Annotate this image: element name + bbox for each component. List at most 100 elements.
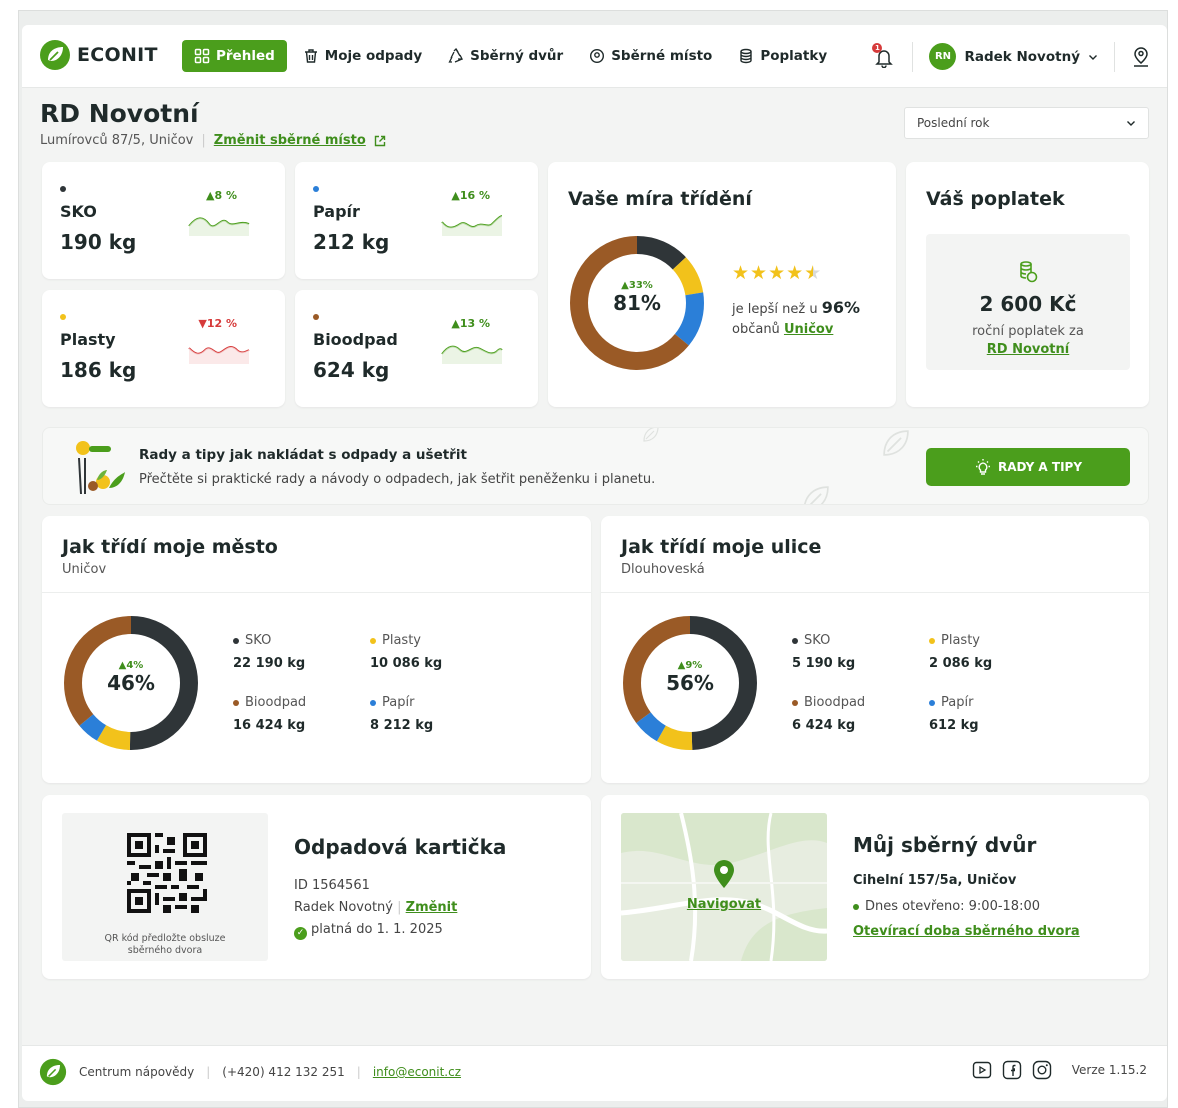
period-select[interactable]: Poslední rok [904, 107, 1149, 139]
card-holder-row: Radek Novotný | Změnit [294, 897, 457, 919]
color-dot [929, 637, 935, 644]
qr-box: QR kód předložte obsluze sběrného dvora [62, 813, 268, 961]
town-link[interactable]: Uničov [784, 322, 833, 337]
logo[interactable]: ECONIT [39, 39, 158, 71]
facebook-icon[interactable] [1002, 1060, 1022, 1080]
city-name: Uničov [62, 562, 107, 577]
legend-value: 10 086 kg [370, 656, 443, 671]
city-trend: ▲4% [118, 660, 144, 671]
tips-banner: Rady a tipy jak nakládat s odpady a ušet… [42, 427, 1149, 505]
color-dot [370, 699, 376, 706]
separator: | [397, 900, 406, 915]
map-pin-icon [714, 860, 734, 888]
help-center-link[interactable]: Centrum nápovědy [79, 1065, 194, 1079]
legend-name: SKO [245, 633, 272, 648]
waste-card-panel: QR kód předložte obsluze sběrného dvora … [42, 795, 591, 979]
comparison-suffix: občanů [732, 322, 780, 337]
sparkline [441, 215, 503, 236]
legend-label: SKO [233, 633, 305, 648]
sorting-rate-title: Vaše míra třídění [568, 188, 752, 210]
instagram-icon[interactable] [1032, 1060, 1052, 1080]
legend-name: Papír [941, 695, 974, 710]
legend-value: 5 190 kg [792, 656, 856, 671]
external-link-icon[interactable] [374, 135, 386, 147]
nav-moje-odpady[interactable]: Moje odpady [293, 40, 432, 72]
app: ECONIT Přehled Moje odpady Sběrný dvůr S… [22, 25, 1167, 1101]
nav-sberne-misto-label: Sběrné místo [611, 48, 713, 64]
page-title: RD Novotní [40, 99, 199, 128]
yard-hours-link[interactable]: Otevírací doba sběrného dvora [853, 924, 1080, 939]
navigate-link[interactable]: Navigovat [621, 897, 827, 912]
sparkline [188, 346, 250, 364]
leaf-logo-icon[interactable] [39, 1058, 67, 1086]
chevron-down-icon [1127, 121, 1135, 126]
user-menu[interactable]: RN Radek Novotný [913, 43, 1114, 70]
email-link[interactable]: info@econit.cz [373, 1065, 461, 1079]
sparkline [441, 345, 503, 364]
comparison-percent: 96% [821, 298, 860, 317]
yard-address: Cihelní 157/5a, Uničov [853, 873, 1017, 888]
nav-sberne-misto[interactable]: Sběrné místo [579, 40, 722, 72]
nav-sberny-dvur[interactable]: Sběrný dvůr [438, 40, 573, 72]
recycle-icon [448, 48, 464, 63]
waste-value: 190 kg [60, 230, 137, 254]
leaf-logo-icon [40, 40, 70, 70]
legend-name: Papír [382, 695, 415, 710]
color-dot [792, 699, 798, 706]
nav-poplatky[interactable]: Poplatky [728, 40, 837, 72]
change-place-link[interactable]: Změnit sběrné místo [214, 133, 366, 148]
place-switch-button[interactable] [1115, 46, 1167, 68]
leaf-watermark-icon [883, 430, 909, 456]
street-trend: ▲9% [677, 660, 703, 671]
legend-papir: Papír 612 kg [929, 695, 979, 733]
card-valid-row: ✓ platná do 1. 1. 2025 [294, 919, 457, 941]
half-star-icon: ★ [804, 262, 823, 284]
tips-subtitle: Přečtěte si praktické rady a návody o od… [139, 472, 656, 487]
nav-sberny-dvur-label: Sběrný dvůr [470, 48, 564, 64]
grid-icon [194, 48, 210, 64]
divider [601, 592, 1149, 593]
waste-card-info: ID 1564561 Radek Novotný | Změnit ✓ platn… [294, 875, 457, 941]
street-percent: 56% [666, 671, 714, 695]
waste-name: Plasty [60, 330, 116, 349]
tips-title: Rady a tipy jak nakládat s odpady a ušet… [139, 447, 467, 463]
period-value: Poslední rok [917, 116, 990, 130]
separator: | [201, 133, 206, 148]
youtube-icon[interactable] [972, 1060, 992, 1080]
fee-place-link[interactable]: RD Novotní [926, 342, 1130, 357]
legend-bioodpad: Bioodpad 16 424 kg [233, 695, 306, 733]
sparkline [188, 217, 250, 236]
change-holder-link[interactable]: Změnit [406, 900, 458, 915]
notification-badge: 1 [872, 42, 883, 53]
legend-bioodpad: Bioodpad 6 424 kg [792, 695, 865, 733]
fee-label: roční poplatek za [972, 324, 1084, 339]
page-address: Lumírovců 87/5, Uničov [40, 133, 194, 148]
legend-value: 612 kg [929, 718, 979, 733]
legend-value: 8 212 kg [370, 718, 434, 733]
legend-value: 2 086 kg [929, 656, 993, 671]
collection-yard-card: Navigovat Můj sběrný dvůr Cihelní 157/5a… [601, 795, 1149, 979]
color-dot [929, 699, 935, 706]
waste-card-papir[interactable]: Papír 212 kg ▲16 % [295, 162, 538, 279]
user-name: Radek Novotný [964, 48, 1080, 65]
map-preview[interactable]: Navigovat [621, 813, 827, 961]
legend-label: Bioodpad [792, 695, 865, 710]
nav-prehled[interactable]: Přehled [182, 40, 287, 72]
notifications-button[interactable]: 1 [864, 37, 904, 77]
main-nav: Přehled Moje odpady Sběrný dvůr Sběrné m… [182, 40, 837, 72]
divider [42, 592, 591, 593]
sorting-rate-percent: 81% [613, 291, 661, 315]
waste-card-bioodpad[interactable]: Bioodpad 624 kg ▲13 % [295, 290, 538, 407]
legend-sko: SKO 5 190 kg [792, 633, 855, 671]
footer-left: Centrum nápovědy | (+420) 412 132 251 | … [39, 1058, 461, 1086]
waste-card-sko[interactable]: SKO 190 kg ▲8 % [42, 162, 285, 279]
waste-card-plasty[interactable]: Plasty 186 kg ▼12 % [42, 290, 285, 407]
legend-name: SKO [804, 633, 831, 648]
tips-button[interactable]: RADY A TIPY [926, 448, 1130, 486]
color-dot [370, 637, 376, 644]
page-subtitle: Lumírovců 87/5, Uničov | Změnit sběrné m… [40, 133, 386, 148]
color-dot [792, 637, 798, 644]
card-holder: Radek Novotný [294, 900, 393, 915]
phone[interactable]: (+420) 412 132 251 [222, 1065, 344, 1079]
street-title: Jak třídí moje ulice [621, 536, 822, 558]
